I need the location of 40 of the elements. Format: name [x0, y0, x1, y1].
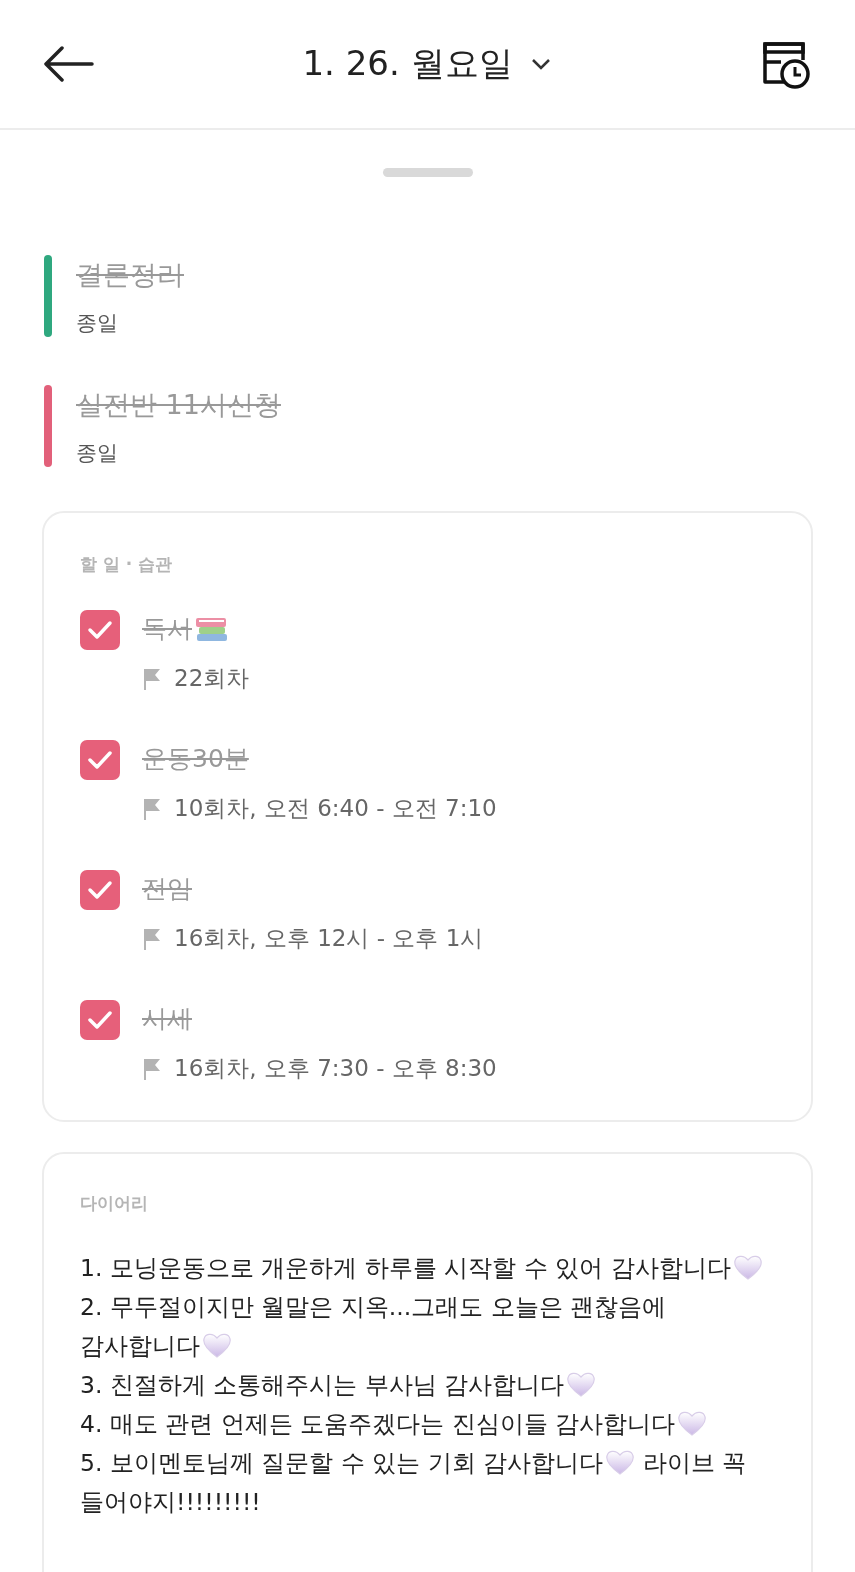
todo-title: 전임 — [142, 873, 193, 905]
todo-title: 시세 — [142, 1003, 193, 1035]
flag-icon — [142, 796, 162, 821]
heart-icon — [566, 1370, 597, 1398]
flag-icon — [142, 1056, 162, 1081]
todo-meta: 16회차, 오후 7:30 - 오후 8:30 — [174, 1054, 497, 1083]
chevron-down-icon — [530, 58, 551, 70]
todo-meta: 10회차, 오전 6:40 - 오전 7:10 — [174, 794, 497, 823]
event-title[interactable]: 실전반 11시신청 — [76, 387, 281, 423]
date-dropdown[interactable]: 1. 26. 월요일 — [302, 41, 551, 87]
diary-entry: 1. 모닝운동으로 개운하게 하루를 시작할 수 있어 감사합니다 — [80, 1249, 775, 1288]
back-arrow-icon[interactable] — [44, 46, 94, 82]
event-time: 종일 — [76, 310, 119, 337]
section-label: 할 일 · 습관 — [80, 554, 173, 574]
heart-icon — [605, 1448, 636, 1476]
drag-handle[interactable] — [382, 168, 473, 177]
event-title[interactable]: 결론정리 — [76, 257, 184, 293]
diary-entry: 2. 무두절이지만 월말은 지옥...그래도 오늘은 괜찮음에 감사합니다 — [80, 1292, 668, 1362]
flag-icon — [142, 666, 162, 691]
heart-icon — [202, 1331, 232, 1359]
diary-entry: 5. 보이멘토님께 질문할 수 있는 기회 감사합니다 라이브 꼭 들어야지!!!!!!!!! — [80, 1447, 748, 1518]
checkbox[interactable] — [80, 740, 120, 780]
checkbox[interactable] — [80, 610, 120, 650]
checkmark-icon — [87, 880, 113, 900]
checkmark-icon — [87, 1010, 113, 1030]
checkbox[interactable] — [80, 870, 120, 910]
todo-meta: 16회차, 오후 12시 - 오후 1시 — [174, 924, 484, 953]
todo-meta: 22회차 — [174, 664, 250, 693]
checkmark-icon — [87, 620, 113, 640]
diary-entry: 3. 친절하게 소통해주시는 부사님 감사합니다 — [80, 1366, 775, 1405]
section-label: 다이어리 — [80, 1193, 148, 1213]
flag-icon — [142, 926, 162, 951]
event-time: 종일 — [76, 440, 119, 467]
heart-icon — [677, 1409, 708, 1437]
todo-title: 독서 — [142, 612, 250, 645]
todo-title: 운동30분 — [142, 743, 250, 775]
checkmark-icon — [87, 750, 113, 770]
diary-entry: 4. 매도 관련 언제든 도움주겠다는 진심이들 감사합니다 — [80, 1405, 775, 1444]
heart-icon — [732, 1253, 763, 1281]
checkbox[interactable] — [80, 1000, 120, 1040]
